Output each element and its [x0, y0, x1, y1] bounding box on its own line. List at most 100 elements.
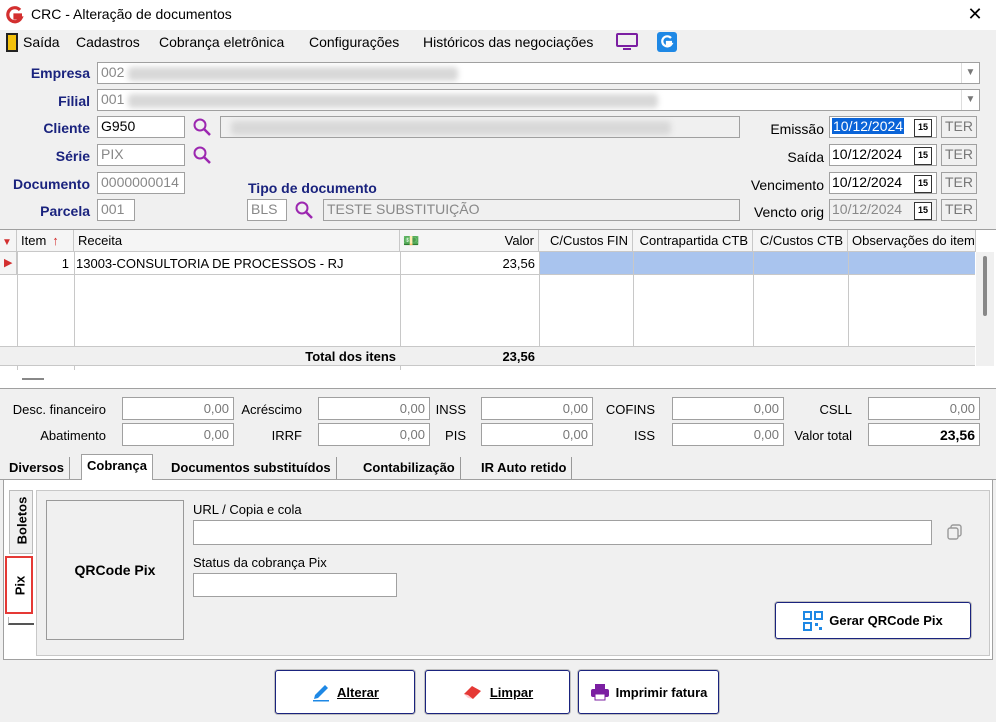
gerar-qrcode-label: Gerar QRCode Pix — [829, 613, 943, 628]
limpar-button[interactable]: Limpar — [425, 670, 570, 714]
menu-historicos[interactable]: Históricos das negociações — [423, 34, 593, 50]
window-title: CRC - Alteração de documentos — [31, 6, 232, 22]
col-header-valor[interactable]: 💵 Valor — [400, 230, 539, 252]
cliente-name-field — [220, 116, 740, 138]
chevron-down-icon[interactable]: ▼ — [961, 63, 979, 83]
url-input[interactable] — [193, 520, 932, 545]
tab-documentos-substituidos[interactable]: Documentos substituídos — [166, 457, 337, 479]
limpar-label: Limpar — [489, 684, 534, 700]
col-item-label: Item — [21, 233, 47, 248]
row-receita[interactable]: 13003-CONSULTORIA DE PROCESSOS - RJ — [76, 256, 344, 271]
abatimento-label: Abatimento — [40, 428, 106, 443]
cofins-label: COFINS — [605, 402, 655, 417]
serie-input[interactable]: PIX — [97, 144, 185, 166]
status-label: Status da cobrança Pix — [193, 555, 327, 570]
pis-input[interactable]: 0,00 — [481, 423, 593, 446]
col-header-cc-ctb[interactable]: C/Custos CTB — [753, 230, 848, 252]
inss-input[interactable]: 0,00 — [481, 397, 593, 420]
grid-scrollbar[interactable] — [976, 252, 994, 366]
menu-saida[interactable]: Saída — [23, 34, 60, 50]
valor-total-input: 23,56 — [868, 423, 980, 446]
empresa-label: Empresa — [30, 65, 90, 81]
menu-cobranca-eletronica[interactable]: Cobrança eletrônica — [159, 34, 284, 50]
saida-weekday: TER — [941, 144, 977, 166]
vencimento-label: Vencimento — [750, 177, 824, 193]
serie-label: Série — [55, 148, 90, 164]
tab-ir-auto-retido[interactable]: IR Auto retido — [476, 457, 573, 479]
total-itens-label: Total dos itens — [305, 349, 396, 364]
app-logo-icon — [6, 6, 24, 24]
items-grid[interactable]: ▼ Item ↑ Receita 💵 Valor C/Custos FIN Con… — [0, 229, 996, 389]
alterar-button[interactable]: Alterar — [275, 670, 415, 714]
brand-g-icon[interactable] — [657, 32, 677, 52]
search-icon[interactable] — [294, 200, 314, 220]
col-valor-label: Valor — [504, 233, 534, 248]
acrescimo-label: Acréscimo — [241, 402, 302, 417]
monitor-icon[interactable] — [616, 33, 638, 51]
calendar-icon: 15 — [914, 202, 932, 220]
money-icon: 💵 — [403, 233, 420, 248]
side-tab-pix[interactable]: Pix — [5, 556, 33, 614]
csll-input[interactable]: 0,00 — [868, 397, 980, 420]
tipo-documento-label: Tipo de documento — [248, 180, 377, 196]
side-tab-boletos[interactable]: Boletos — [9, 490, 33, 554]
empresa-value: 002 — [101, 64, 125, 80]
filial-value: 001 — [101, 91, 125, 107]
col-header-receita[interactable]: Receita — [74, 230, 400, 252]
close-button[interactable]: ✕ — [960, 2, 990, 26]
sort-asc-icon: ↑ — [52, 233, 59, 248]
abatimento-input[interactable]: 0,00 — [122, 423, 234, 446]
parcela-label: Parcela — [40, 203, 90, 219]
tab-diversos[interactable]: Diversos — [4, 457, 70, 479]
grid-corner[interactable]: ▼ — [0, 230, 17, 252]
parcela-input[interactable]: 001 — [97, 199, 135, 221]
cofins-input[interactable]: 0,00 — [672, 397, 784, 420]
tipo-desc-field: TESTE SUBSTITUIÇÃO — [323, 199, 740, 221]
gerar-qrcode-button[interactable]: Gerar QRCode Pix — [775, 602, 971, 639]
col-header-contrapartida[interactable]: Contrapartida CTB — [633, 230, 753, 252]
col-header-cc-fin[interactable]: C/Custos FIN — [539, 230, 633, 252]
search-icon[interactable] — [192, 117, 212, 137]
total-itens-value: 23,56 — [502, 349, 535, 364]
emissao-value: 10/12/2024 — [832, 118, 905, 134]
scrollbar-thumb[interactable] — [983, 256, 987, 316]
documento-input[interactable]: 0000000014 — [97, 172, 185, 194]
chevron-down-icon[interactable]: ▼ — [961, 90, 979, 110]
row-valor[interactable]: 23,56 — [400, 256, 535, 271]
row-indicator[interactable]: ▶ — [0, 252, 17, 274]
tipo-code-input[interactable]: BLS — [247, 199, 287, 221]
tab-contabilizacao[interactable]: Contabilização — [358, 457, 461, 479]
menu-configuracoes[interactable]: Configurações — [309, 34, 399, 50]
calendar-icon[interactable]: 15 — [914, 147, 932, 165]
imprimir-label: Imprimir fatura — [615, 684, 708, 700]
menu-cadastros[interactable]: Cadastros — [76, 34, 140, 50]
vencto-orig-weekday: TER — [941, 199, 977, 221]
emissao-label: Emissão — [770, 121, 824, 137]
cliente-label: Cliente — [43, 120, 90, 136]
tab-cobranca[interactable]: Cobrança — [81, 454, 153, 480]
iss-label: ISS — [634, 428, 655, 443]
valor-total-label: Valor total — [794, 428, 852, 443]
row-selection[interactable] — [539, 252, 975, 274]
acrescimo-input[interactable]: 0,00 — [318, 397, 430, 420]
iss-input[interactable]: 0,00 — [672, 423, 784, 446]
filial-select[interactable]: 001 ▼ — [97, 89, 980, 111]
col-header-item[interactable]: Item ↑ — [17, 230, 74, 252]
search-icon[interactable] — [192, 145, 212, 165]
calendar-icon[interactable]: 15 — [914, 119, 932, 137]
emissao-weekday: TER — [941, 116, 977, 138]
eraser-icon — [463, 686, 481, 699]
copy-icon[interactable] — [946, 523, 964, 541]
pis-label: PIS — [445, 428, 466, 443]
current-row-icon: ▶ — [4, 257, 13, 269]
row-item[interactable]: 1 — [17, 256, 69, 271]
imprimir-fatura-button[interactable]: Imprimir fatura — [578, 670, 719, 714]
filial-label: Filial — [58, 93, 90, 109]
desc-fin-input[interactable]: 0,00 — [122, 397, 234, 420]
calendar-icon[interactable]: 15 — [914, 175, 932, 193]
cliente-input[interactable]: G950 — [97, 116, 185, 138]
irrf-input[interactable]: 0,00 — [318, 423, 430, 446]
empresa-select[interactable]: 002 ▼ — [97, 62, 980, 84]
grid-resize-handle[interactable] — [22, 378, 44, 380]
col-header-obs[interactable]: Observações do item — [848, 230, 976, 252]
